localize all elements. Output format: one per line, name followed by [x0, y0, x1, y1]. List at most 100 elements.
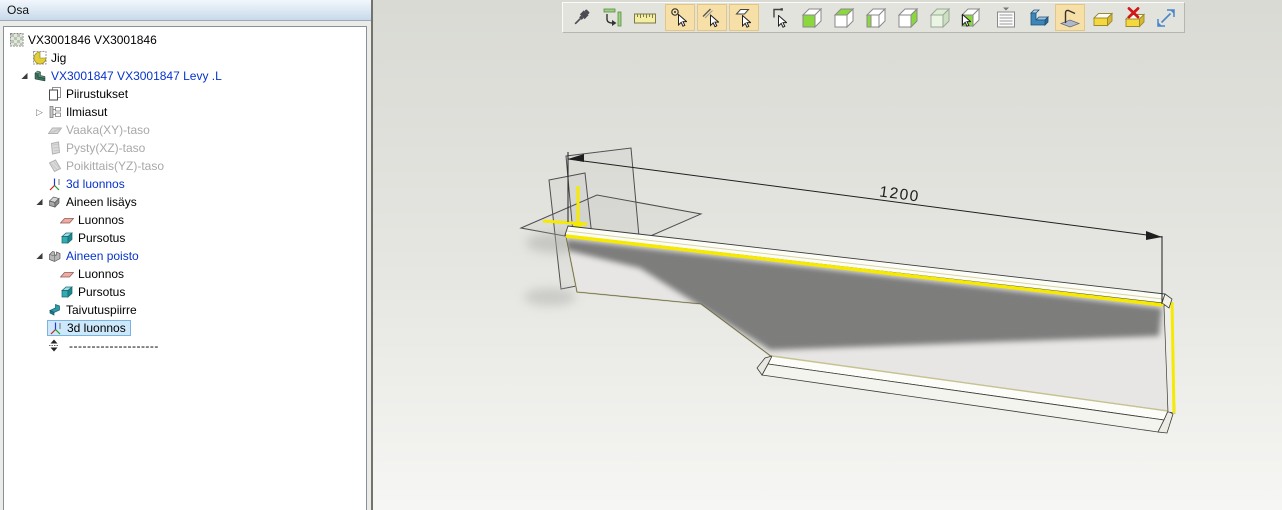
- remove-material-icon: [48, 249, 65, 263]
- view-right-cube-icon: [894, 5, 920, 31]
- plane-xz-icon: [48, 141, 65, 155]
- view-left-cube-icon: [862, 5, 888, 31]
- drawings-icon: [48, 87, 65, 101]
- tree-selection-highlight: 3d luonnos: [47, 320, 131, 336]
- sketch-3d-icon: [49, 321, 66, 335]
- view-top-button[interactable]: [828, 4, 858, 31]
- l-profile-icon: [1025, 5, 1051, 31]
- sketch-icon: [60, 213, 77, 227]
- tree-item-label: Pursotus: [77, 231, 128, 245]
- configurations-icon: [48, 105, 65, 119]
- expander-expanded-icon[interactable]: ◢: [31, 247, 48, 265]
- view-right-button[interactable]: [892, 4, 922, 31]
- feature-tree[interactable]: VX3001846 VX3001846 Jig ◢ VX3001847 VX30…: [3, 26, 367, 510]
- view-shaded-button[interactable]: [924, 4, 954, 31]
- tree-item-add-material[interactable]: ◢ Aineen lisäys: [4, 193, 366, 211]
- snap-point-icon: [667, 5, 693, 31]
- expander-expanded-icon[interactable]: ◢: [16, 67, 33, 85]
- tree-item-label: Taivutuspiirre: [65, 303, 140, 317]
- dimension-text[interactable]: 1200: [878, 183, 920, 205]
- panel-title: Osa: [0, 0, 371, 21]
- bend-icon: [1057, 5, 1083, 31]
- select-face-icon: [958, 5, 984, 31]
- sketch-icon: [60, 267, 77, 281]
- tree-item-label: Pursotus: [77, 285, 128, 299]
- tree-item-label: --------------------: [65, 339, 162, 353]
- ruler-button[interactable]: [630, 4, 660, 31]
- tree-item-plane-xz[interactable]: Pysty(XZ)-taso: [4, 139, 366, 157]
- tree-item-label: VX3001846 VX3001846: [27, 33, 160, 47]
- viewport-toolbar: [562, 2, 1185, 33]
- cast-shadow: [524, 288, 576, 306]
- sheet-part-icon: [33, 69, 50, 83]
- jig-icon: [33, 51, 50, 65]
- snap-line-button[interactable]: [697, 4, 727, 31]
- select-face-button[interactable]: [956, 4, 986, 31]
- expander-collapsed-icon[interactable]: ▷: [31, 103, 48, 121]
- bend-feature-icon: [48, 303, 65, 317]
- profile-button[interactable]: [1023, 4, 1053, 31]
- expand-button[interactable]: [1151, 4, 1181, 31]
- tree-item-configurations[interactable]: ▷ Ilmiasut: [4, 103, 366, 121]
- snap-face-button[interactable]: [729, 4, 759, 31]
- view-solid-button[interactable]: [796, 4, 826, 31]
- pin-button[interactable]: [566, 4, 596, 31]
- bend-button[interactable]: [1055, 4, 1085, 31]
- tree-item-drawings[interactable]: Piirustukset: [4, 85, 366, 103]
- tree-item-sketch[interactable]: Luonnos: [4, 265, 366, 283]
- tree-item-bend-feature[interactable]: Taivutuspiirre: [4, 301, 366, 319]
- tree-item-sheet-part[interactable]: ◢ VX3001847 VX3001847 Levy .L: [4, 67, 366, 85]
- snap-point-button[interactable]: [665, 4, 695, 31]
- measure-button[interactable]: [598, 4, 628, 31]
- box-icon: [1089, 5, 1115, 31]
- snap-face-icon: [731, 5, 757, 31]
- tree-item-label: VX3001847 VX3001847 Levy .L: [50, 69, 225, 83]
- measure-icon: [600, 5, 626, 31]
- tree-item-label: Ilmiasut: [65, 105, 110, 119]
- tree-item-label: Vaaka(XY)-taso: [65, 123, 153, 137]
- box-button[interactable]: [1087, 4, 1117, 31]
- tree-item-label: 3d luonnos: [66, 321, 129, 335]
- feature-list-button[interactable]: [991, 4, 1021, 31]
- part-root-icon: [10, 33, 27, 47]
- tree-item-extrude[interactable]: Pursotus: [4, 283, 366, 301]
- tree-item-sketch[interactable]: Luonnos: [4, 211, 366, 229]
- select-element-button[interactable]: [764, 4, 794, 31]
- model-scene: 1200: [373, 0, 1282, 510]
- tree-item-separator[interactable]: --------------------: [4, 337, 366, 355]
- tree-item-label: Poikittais(YZ)-taso: [65, 159, 167, 173]
- tree-item-3d-sketch-selected[interactable]: 3d luonnos: [4, 319, 366, 337]
- 3d-viewport[interactable]: 1200: [373, 0, 1282, 510]
- tree-item-extrude[interactable]: Pursotus: [4, 229, 366, 247]
- ruler-icon: [632, 5, 658, 31]
- view-solid-cube-icon: [798, 5, 824, 31]
- plane-xy-icon: [48, 123, 65, 137]
- pin-icon: [568, 5, 594, 31]
- box-delete-icon: [1121, 5, 1147, 31]
- box-delete-button[interactable]: [1119, 4, 1149, 31]
- tree-item-plane-yz[interactable]: Poikittais(YZ)-taso: [4, 157, 366, 175]
- tree-item-label: Aineen lisäys: [65, 195, 140, 209]
- tree-item-jig[interactable]: Jig: [4, 49, 366, 67]
- tree-item-label: Jig: [50, 51, 69, 65]
- tree-item-remove-material[interactable]: ◢ Aineen poisto: [4, 247, 366, 265]
- select-element-icon: [766, 5, 792, 31]
- feature-list-icon: [993, 5, 1019, 31]
- tree-item-3d-sketch[interactable]: 3d luonnos: [4, 175, 366, 193]
- reorder-arrows-icon: [48, 339, 65, 353]
- selected-edge-right[interactable]: [1172, 302, 1174, 413]
- tree-item-label: 3d luonnos: [65, 177, 128, 191]
- tree-item-label: Piirustukset: [65, 87, 131, 101]
- part-browser-panel: Osa VX3001846 VX3001846 Jig ◢ VX3001847 …: [0, 0, 373, 510]
- view-left-button[interactable]: [860, 4, 890, 31]
- tree-item-label: Pysty(XZ)-taso: [65, 141, 148, 155]
- tree-item-plane-xy[interactable]: Vaaka(XY)-taso: [4, 121, 366, 139]
- tree-item-label: Luonnos: [77, 213, 127, 227]
- view-shaded-cube-icon: [926, 5, 952, 31]
- add-material-icon: [48, 195, 65, 209]
- snap-line-icon: [699, 5, 725, 31]
- tree-item-root[interactable]: VX3001846 VX3001846: [4, 31, 366, 49]
- tree-item-label: Luonnos: [77, 267, 127, 281]
- expander-expanded-icon[interactable]: ◢: [31, 193, 48, 211]
- view-top-cube-icon: [830, 5, 856, 31]
